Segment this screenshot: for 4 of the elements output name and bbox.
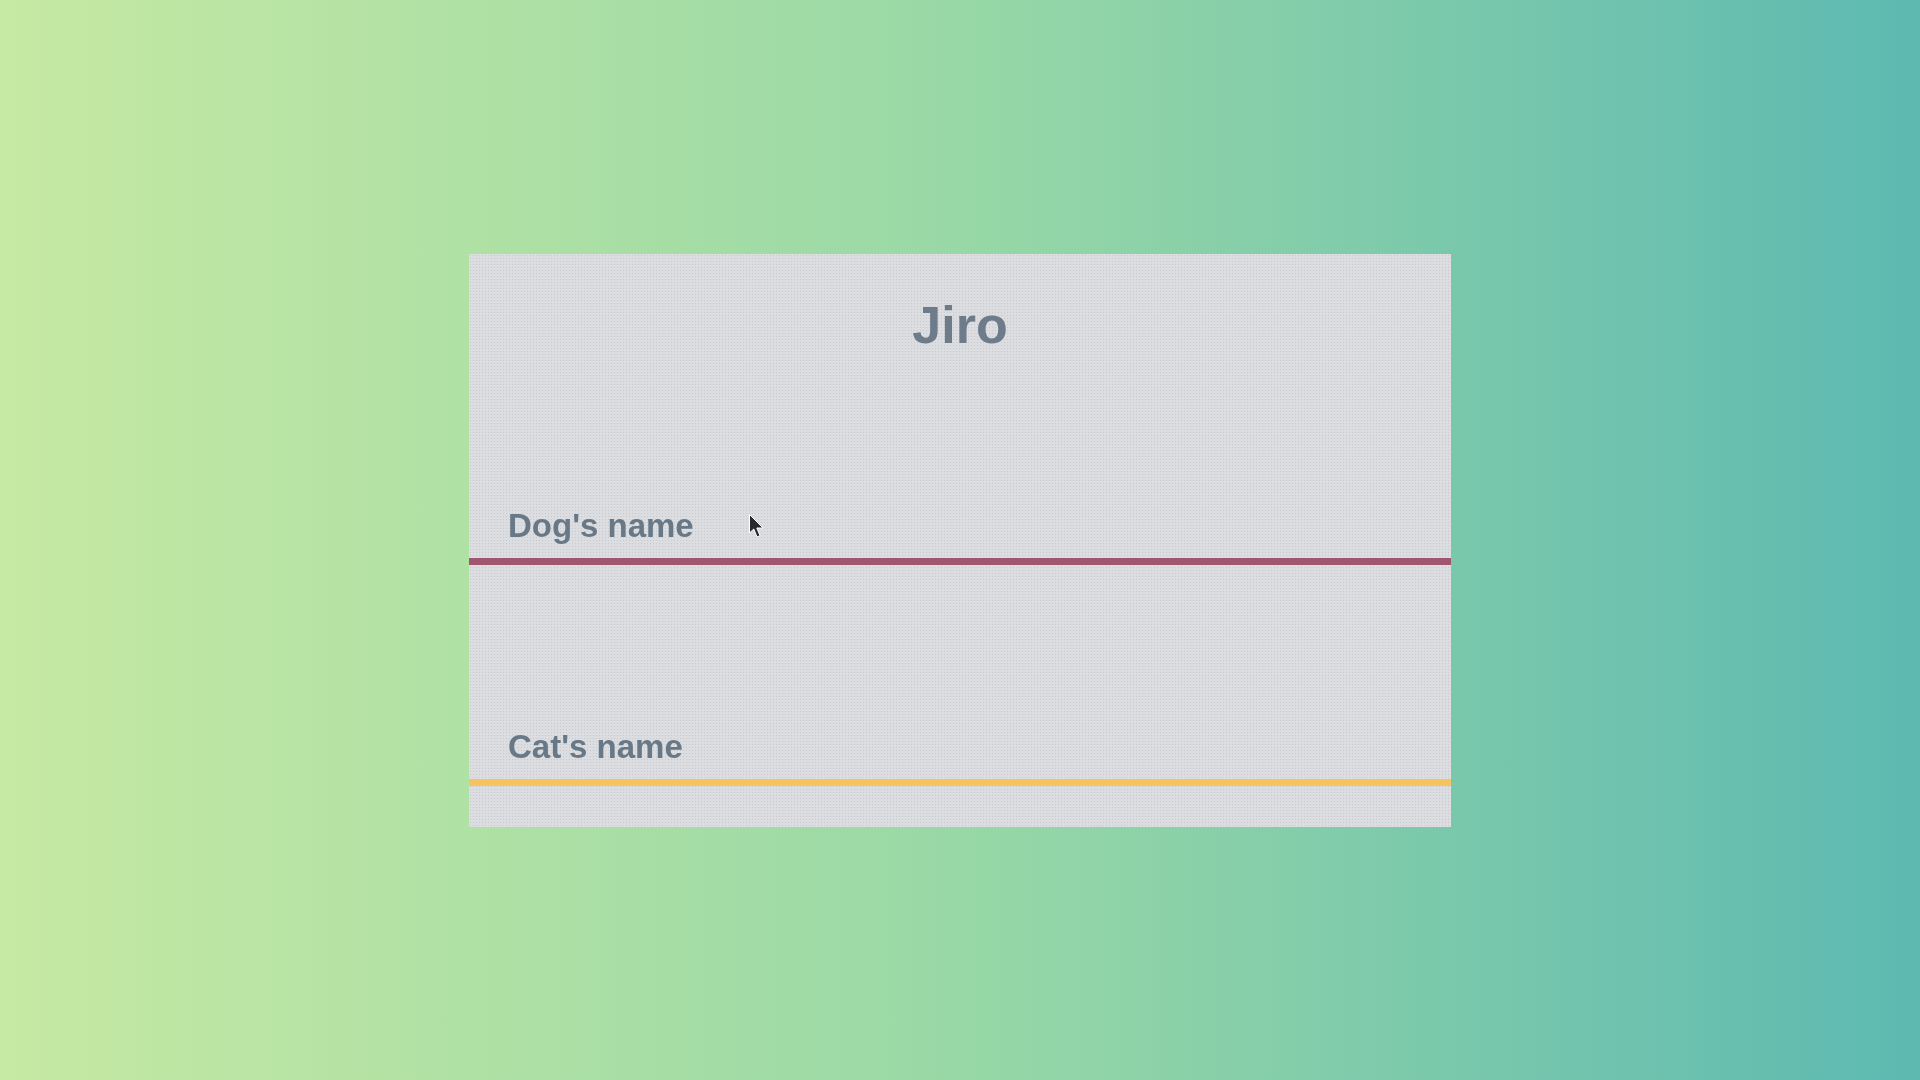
input-field[interactable]: Dog's name — [469, 476, 1451, 565]
input-field[interactable]: Cat's name — [469, 697, 1451, 786]
mouse-pointer-icon — [749, 513, 764, 538]
card-title: Jiro — [911, 294, 1009, 356]
